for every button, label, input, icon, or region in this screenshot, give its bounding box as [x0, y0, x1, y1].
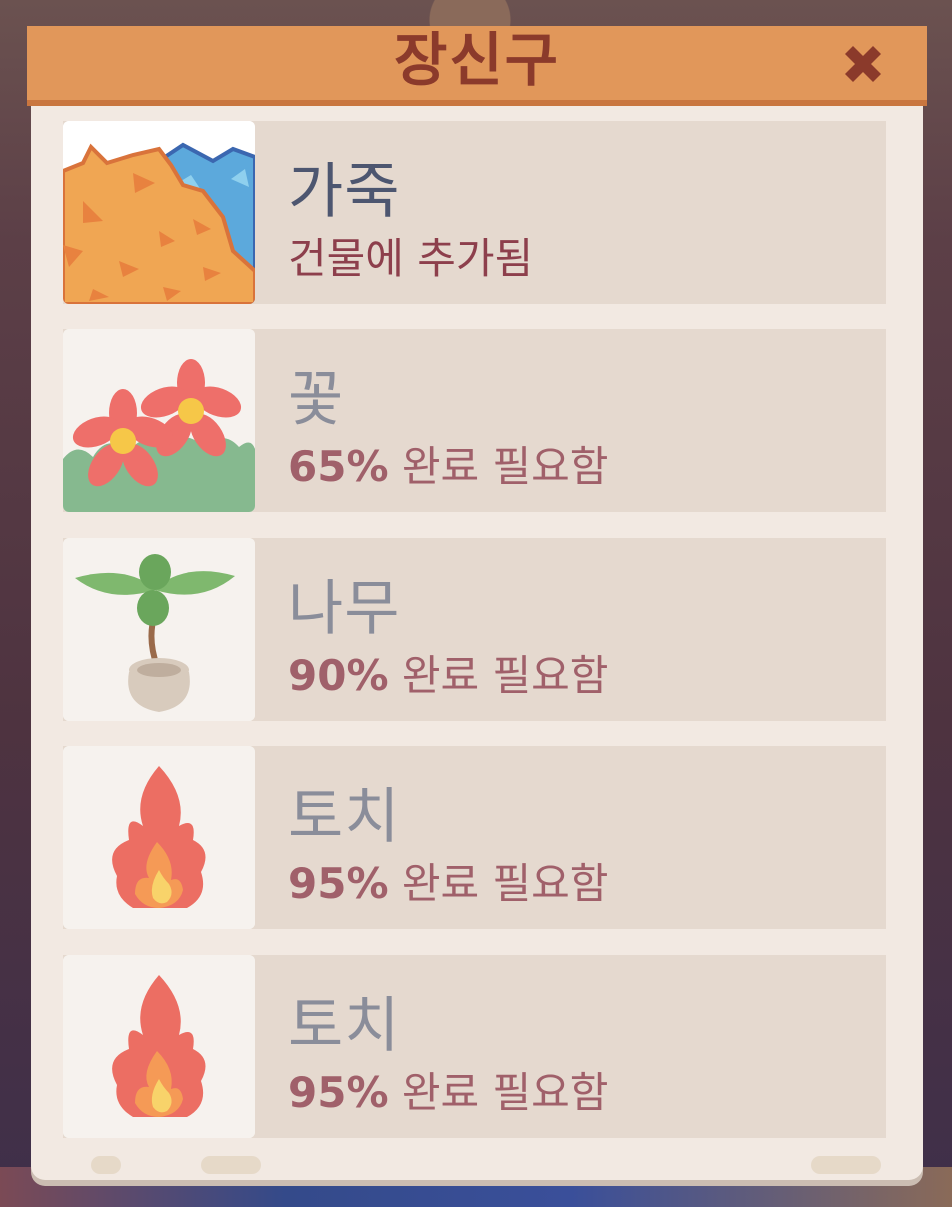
list-item-leather[interactable]: 가죽 건물에 추가됨	[63, 121, 886, 304]
item-status-suffix: 완료 필요함	[388, 442, 609, 491]
list-item-torch[interactable]: 토치 95% 완료 필요함	[63, 955, 886, 1138]
item-required-percent: 65%	[288, 442, 389, 491]
close-button[interactable]	[835, 36, 891, 92]
close-icon	[845, 46, 881, 82]
leather-icon	[63, 121, 255, 304]
item-status-suffix: 완료 필요함	[388, 859, 609, 908]
item-thumbnail	[63, 746, 255, 929]
list-item-torch[interactable]: 토치 95% 완료 필요함	[63, 746, 886, 929]
list-item-flower[interactable]: 꽃 65% 완료 필요함	[63, 329, 886, 512]
item-name: 토치	[288, 991, 401, 1061]
dialog-title: 장신구	[393, 26, 561, 94]
item-thumbnail	[63, 955, 255, 1138]
item-required-percent: 90%	[288, 651, 389, 700]
item-required-percent: 95%	[288, 1068, 389, 1117]
potted-tree-icon	[63, 538, 255, 721]
item-status: 건물에 추가됨	[288, 225, 533, 286]
item-required-percent: 95%	[288, 859, 389, 908]
item-name: 꽃	[288, 365, 345, 435]
torch-fire-icon	[63, 955, 255, 1138]
item-thumbnail	[63, 538, 255, 721]
item-status: 95% 완료 필요함	[288, 1059, 608, 1120]
item-name: 토치	[288, 782, 401, 852]
item-thumbnail	[63, 329, 255, 512]
item-status-text: 건물에 추가됨	[288, 234, 534, 283]
panel-decoration	[91, 1156, 121, 1174]
item-thumbnail	[63, 121, 255, 304]
panel-decoration	[201, 1156, 261, 1174]
flower-icon	[63, 329, 255, 512]
dialog-title-bar: 장신구	[27, 26, 927, 106]
item-name: 나무	[288, 574, 401, 644]
item-status: 90% 완료 필요함	[288, 642, 608, 703]
item-status: 65% 완료 필요함	[288, 433, 608, 494]
item-name: 가죽	[288, 157, 401, 227]
item-status-suffix: 완료 필요함	[388, 1068, 609, 1117]
list-item-tree[interactable]: 나무 90% 완료 필요함	[63, 538, 886, 721]
item-status-suffix: 완료 필요함	[388, 651, 609, 700]
item-status: 95% 완료 필요함	[288, 850, 608, 911]
torch-fire-icon	[63, 746, 255, 929]
panel-decoration	[811, 1156, 881, 1174]
